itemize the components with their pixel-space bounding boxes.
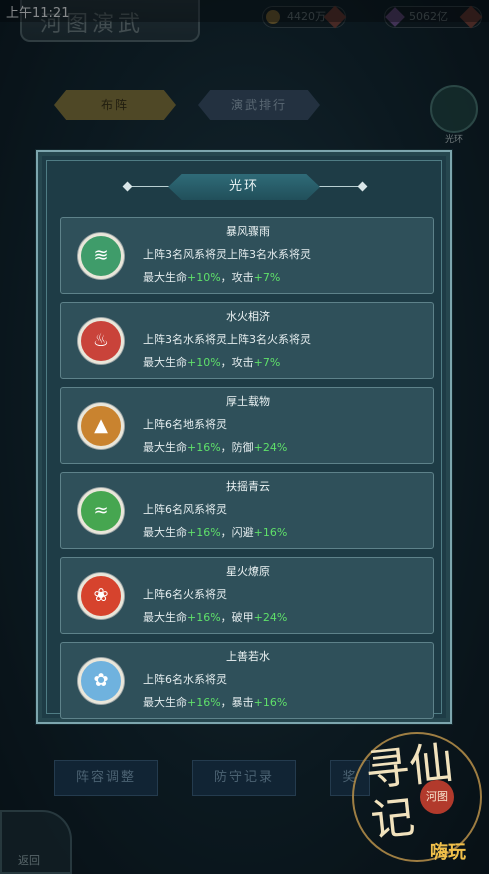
aura-panel: 光环 ≋ 暴风骤雨 上阵3名风系将灵上阵3名水系将灵 最大生命+10%，攻击+7% ♨ 水… <box>36 150 452 724</box>
aura-bonus: 最大生命+10%，攻击+7% <box>143 354 280 370</box>
fire-flame-icon: ❀ <box>78 573 124 619</box>
earth-mountain-icon: ▲ <box>78 403 124 449</box>
aura-requirement: 上阵6名火系将灵 <box>143 588 227 601</box>
bonus-1-value: +10% <box>187 271 221 284</box>
aura-card: ≋ 暴风骤雨上阵3名风系将灵上阵3名水系将灵 最大生命+10%，攻击+7% <box>60 217 434 294</box>
bonus-1-label: 最大生命 <box>143 696 187 709</box>
aura-card: ♨ 水火相济上阵3名水系将灵上阵3名火系将灵 最大生命+10%，攻击+7% <box>60 302 434 379</box>
bonus-separator: ， <box>220 441 232 454</box>
bonus-separator: ， <box>220 356 232 369</box>
aura-requirement: 上阵6名地系将灵 <box>143 418 227 431</box>
aura-title: 扶摇青云 <box>226 480 270 493</box>
bonus-2-value: +24% <box>253 611 288 624</box>
bonus-2-label: 攻击 <box>231 356 254 369</box>
aura-title: 星火燎原 <box>226 565 270 578</box>
title-ornament-dot-left <box>122 181 133 192</box>
bonus-1-value: +16% <box>187 611 221 624</box>
title-ornament-dot-right <box>357 181 368 192</box>
site-watermark: 嗨玩 <box>430 842 466 863</box>
aura-bonus: 最大生命+10%，攻击+7% <box>143 269 280 285</box>
bonus-1-value: +16% <box>187 526 221 539</box>
aura-card: ≈ 扶摇青云 上阵6名风系将灵 最大生命+16%，闪避+16% <box>60 472 434 549</box>
panel-title: 光环 <box>228 179 259 194</box>
bonus-1-label: 最大生命 <box>143 356 187 369</box>
earth-mountain-icon-glyph: ▲ <box>94 415 108 436</box>
bonus-2-label: 闪避 <box>231 526 254 539</box>
bonus-separator: ， <box>220 526 232 539</box>
aura-requirement: 上阵6名水系将灵 <box>143 673 227 686</box>
aura-bonus: 最大生命+16%，闪避+16% <box>143 524 287 540</box>
bonus-1-label: 最大生命 <box>143 526 187 539</box>
bonus-1-value: +10% <box>187 356 221 369</box>
game-logo-seal: 河图 <box>420 780 454 814</box>
aura-card: ▲ 厚土载物 上阵6名地系将灵 最大生命+16%，防御+24% <box>60 387 434 464</box>
water-fire-icon: ♨ <box>78 318 124 364</box>
water-fire-icon-glyph: ♨ <box>92 330 110 351</box>
bonus-2-value: +7% <box>253 271 281 284</box>
bonus-2-label: 防御 <box>231 441 254 454</box>
bonus-2-value: +7% <box>253 356 281 369</box>
aura-title: 水火相济 <box>226 310 270 323</box>
bonus-separator: ， <box>220 611 232 624</box>
bonus-1-value: +16% <box>187 696 221 709</box>
aura-bonus: 最大生命+16%，暴击+16% <box>143 694 287 710</box>
aura-requirement: 上阵3名风系将灵上阵3名水系将灵 <box>143 248 311 261</box>
wind-tornado-icon-glyph: ≈ <box>93 500 109 521</box>
bonus-2-value: +24% <box>253 441 288 454</box>
water-lotus-icon: ✿ <box>78 658 124 704</box>
bonus-1-label: 最大生命 <box>143 611 187 624</box>
wind-water-icon-glyph: ≋ <box>93 245 109 266</box>
aura-bonus: 最大生命+16%，防御+24% <box>143 439 287 455</box>
bonus-1-label: 最大生命 <box>143 271 187 284</box>
aura-title: 上善若水 <box>226 650 270 663</box>
aura-requirement: 上阵6名风系将灵 <box>143 503 227 516</box>
bonus-2-label: 破甲 <box>231 611 254 624</box>
fire-flame-icon-glyph: ❀ <box>93 585 109 606</box>
bonus-1-value: +16% <box>187 441 221 454</box>
bonus-2-label: 暴击 <box>231 696 254 709</box>
game-logo-text: 寻仙记 <box>362 737 456 847</box>
bonus-1-label: 最大生命 <box>143 441 187 454</box>
aura-card: ✿ 上善若水 上阵6名水系将灵 最大生命+16%，暴击+16% <box>60 642 434 719</box>
bonus-2-value: +16% <box>253 526 288 539</box>
bonus-2-value: +16% <box>253 696 288 709</box>
wind-water-icon: ≋ <box>78 233 124 279</box>
bonus-2-label: 攻击 <box>231 271 254 284</box>
bonus-separator: ， <box>220 271 232 284</box>
bonus-separator: ， <box>220 696 232 709</box>
aura-requirement: 上阵3名水系将灵上阵3名火系将灵 <box>143 333 311 346</box>
aura-bonus: 最大生命+16%，破甲+24% <box>143 609 287 625</box>
aura-title: 厚土载物 <box>226 395 270 408</box>
aura-title: 暴风骤雨 <box>226 225 270 238</box>
wind-tornado-icon: ≈ <box>78 488 124 534</box>
aura-card: ❀ 星火燎原 上阵6名火系将灵 最大生命+16%，破甲+24% <box>60 557 434 634</box>
water-lotus-icon-glyph: ✿ <box>93 670 109 691</box>
